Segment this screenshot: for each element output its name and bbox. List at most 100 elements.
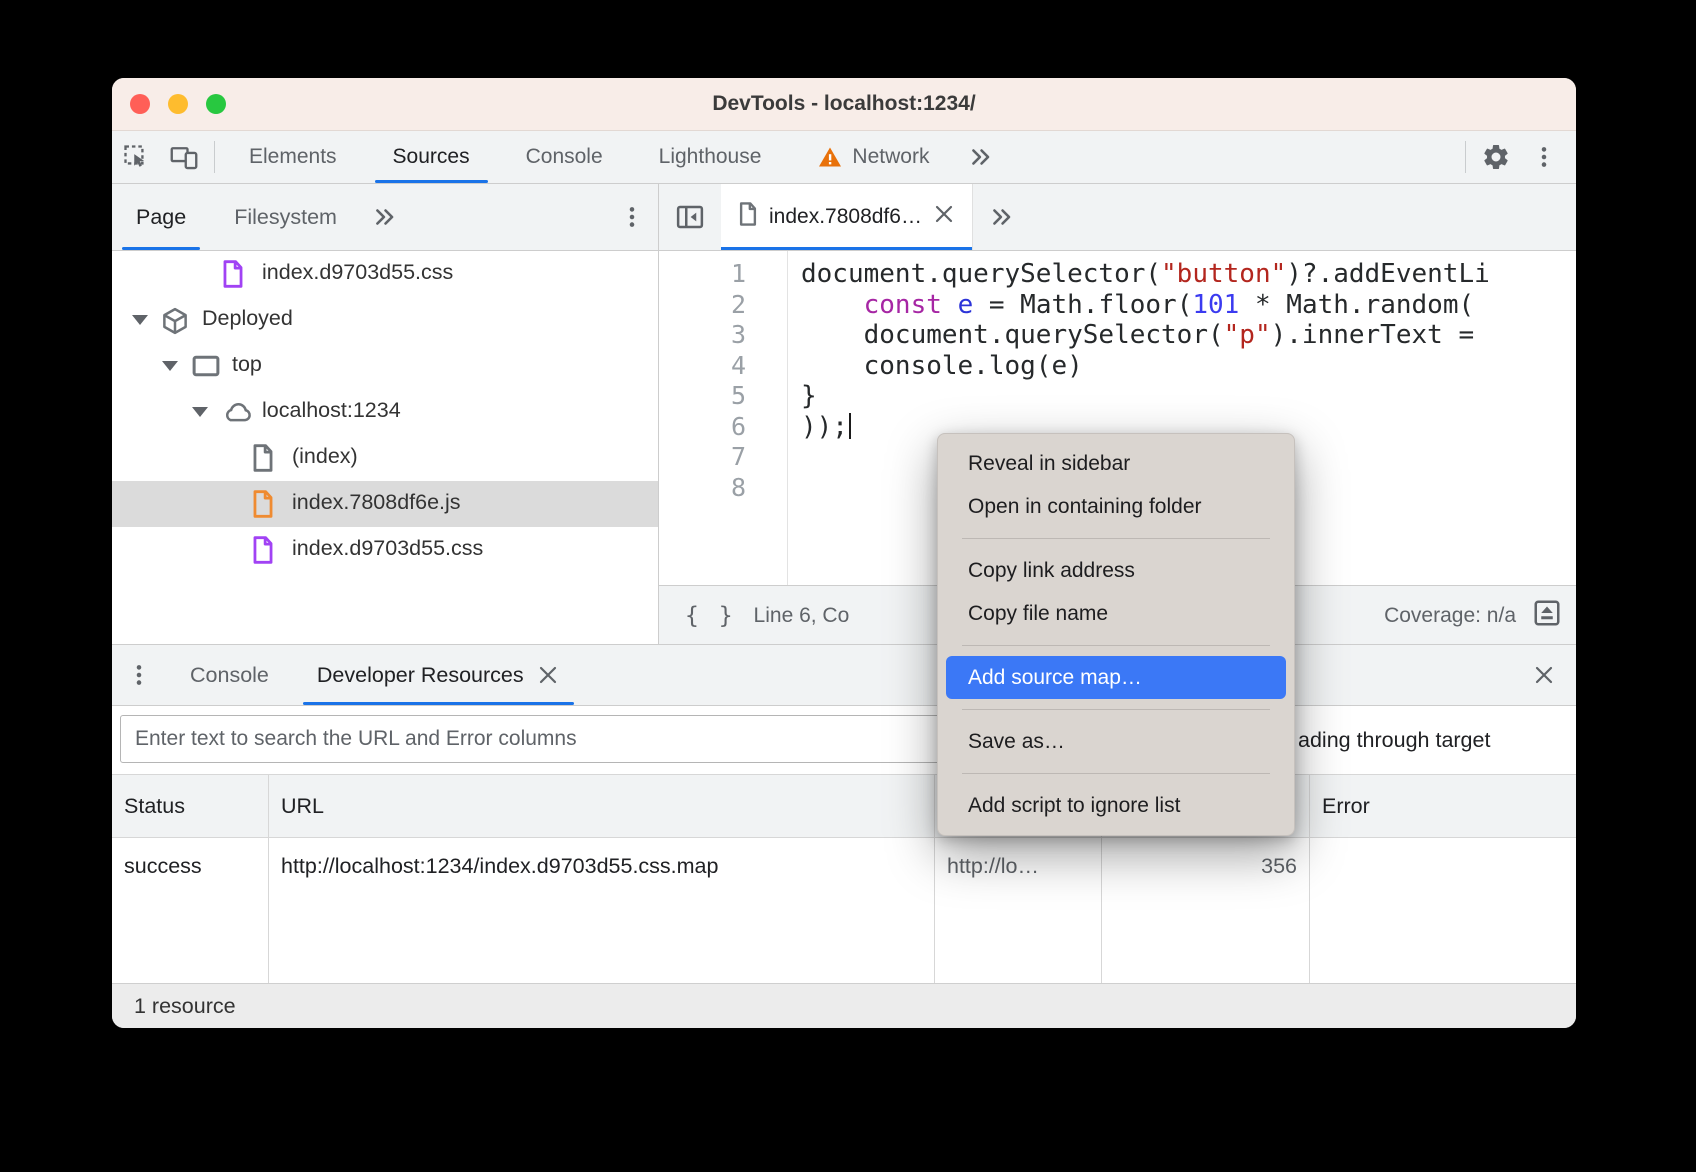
toolbar-divider [1465,141,1466,173]
sidebar-tab-filesystem[interactable]: Filesystem [210,184,361,250]
column-header-url[interactable]: URL [269,775,935,837]
table-cell: 356 [1102,838,1310,906]
tree-item-index-d9703d55-css[interactable]: index.d9703d55.css [112,527,658,573]
menu-item-copy-link-address[interactable]: Copy link address [938,549,1294,592]
resource-count-label: 1 resource [134,994,236,1019]
table-filler-cell [935,906,1102,983]
editor-tab-bar: index.7808df6… [659,184,1576,251]
line-number[interactable]: 3 [659,320,787,351]
cube-icon [160,305,190,343]
tab-elements[interactable]: Elements [221,131,365,183]
menu-item-add-script-to-ignore-list[interactable]: Add script to ignore list [938,784,1294,827]
menu-item-reveal-in-sidebar[interactable]: Reveal in sidebar [938,442,1294,485]
tab-label: Elements [249,145,337,169]
tab-label: Console [190,663,269,688]
menu-item-add-source-map[interactable]: Add source map… [946,656,1286,699]
table-header-row[interactable]: StatusURL Error [112,775,1576,838]
menu-item-save-as[interactable]: Save as… [938,720,1294,763]
device-toolbar-icon[interactable] [160,131,208,183]
gear-icon[interactable] [1472,131,1520,183]
context-menu: Reveal in sidebarOpen in containing fold… [937,433,1295,836]
drawer-tab-console[interactable]: Console [166,645,293,705]
pretty-print-icon[interactable]: { } [685,603,736,629]
table-cell: http://lo… [935,838,1102,906]
inspect-icon[interactable] [112,131,160,183]
tree-item-localhost-1234[interactable]: localhost:1234 [112,389,658,435]
toolbar-right-group [1459,131,1576,183]
kebab-menu-icon[interactable] [1520,131,1568,183]
collapse-sidebar-icon[interactable] [659,184,721,250]
coverage-drawer-icon[interactable] [1532,598,1562,634]
css-file-icon [250,535,276,571]
tree-item-index-d9703d55-css[interactable]: index.d9703d55.css [112,251,658,297]
line-number[interactable]: 1 [659,259,787,290]
file-tab[interactable]: index.7808df6… [721,184,973,250]
tree-item-index-7808df6e-js[interactable]: index.7808df6e.js [112,481,658,527]
cursor-position-label: Line 6, Co [754,604,850,628]
coverage-label: Coverage: n/a [1384,604,1516,628]
drawer: ConsoleDeveloper Resources ading through… [112,644,1576,1028]
tab-console[interactable]: Console [498,131,631,183]
tab-label: Lighthouse [659,145,762,169]
close-drawer-icon[interactable] [1512,645,1576,705]
tab-label: Sources [393,145,470,169]
table-filler-cell [1102,906,1310,983]
code-line: document.querySelector("p").innerText = [801,320,1576,351]
table-filler-cell [112,906,269,983]
more-tabs-icon[interactable] [957,131,1005,183]
code-line: document.querySelector("button")?.addEve… [801,259,1576,290]
tab-lighthouse[interactable]: Lighthouse [631,131,790,183]
cloud-icon [220,397,254,433]
tree-item-deployed[interactable]: Deployed [112,297,658,343]
line-number[interactable]: 5 [659,381,787,412]
table-cell: http://localhost:1234/index.d9703d55.css… [269,838,935,906]
line-number-gutter: 12345678 [659,251,788,585]
warning-icon [817,145,843,169]
tree-item-label: Deployed [202,306,293,331]
column-header-error[interactable]: Error [1310,775,1576,837]
screen-background: DevTools - localhost:1234/ ElementsSourc… [0,0,1696,1172]
close-icon[interactable] [932,202,956,232]
table-filler-cell [269,906,935,983]
main-toolbar: Elements Sources Console Lighthouse Network [112,131,1576,184]
kebab-menu-icon[interactable] [606,184,658,250]
more-navigator-tabs-icon[interactable] [361,184,409,250]
line-number[interactable]: 8 [659,473,787,504]
menu-item-copy-file-name[interactable]: Copy file name [938,592,1294,635]
menu-item-open-in-containing-folder[interactable]: Open in containing folder [938,485,1294,528]
tab-sources[interactable]: Sources [365,131,498,183]
tree-item--index-[interactable]: (index) [112,435,658,481]
file-icon [737,201,759,233]
tab-label: Developer Resources [317,663,524,688]
code-line: const e = Math.floor(101 * Math.random( [801,290,1576,321]
expander-triangle-icon[interactable] [132,315,148,325]
tab-label: Filesystem [234,205,337,230]
expander-triangle-icon[interactable] [162,361,178,371]
column-header-status[interactable]: Status [112,775,269,837]
line-number[interactable]: 2 [659,290,787,321]
tree-item-label: localhost:1234 [262,398,401,423]
tree-item-label: index.d9703d55.css [292,536,483,561]
file-tab-label: index.7808df6… [769,205,922,229]
toolbar-divider [214,141,215,173]
table-filler-cell [1310,906,1576,983]
tree-item-label: index.7808df6e.js [292,490,461,515]
resources-table: StatusURL Error successhttp://localhost:1… [112,775,1576,983]
tree-item-label: (index) [292,444,358,469]
more-editor-tabs-icon[interactable] [973,184,1031,250]
sidebar-tab-page[interactable]: Page [112,184,210,250]
kebab-menu-icon[interactable] [112,645,166,705]
table-row[interactable]: successhttp://localhost:1234/index.d9703… [112,838,1576,906]
tab-label: Page [136,205,186,230]
line-number[interactable]: 4 [659,351,787,382]
drawer-tab-developer-resources[interactable]: Developer Resources [293,645,584,705]
line-number[interactable]: 6 [659,412,787,443]
expander-triangle-icon[interactable] [192,407,208,417]
close-icon[interactable] [536,663,560,687]
menu-separator [962,773,1270,774]
tree-item-top[interactable]: top [112,343,658,389]
code-line: console.log(e) [801,351,1576,382]
tab-network[interactable]: Network [789,131,957,183]
line-number[interactable]: 7 [659,442,787,473]
menu-separator [962,709,1270,710]
